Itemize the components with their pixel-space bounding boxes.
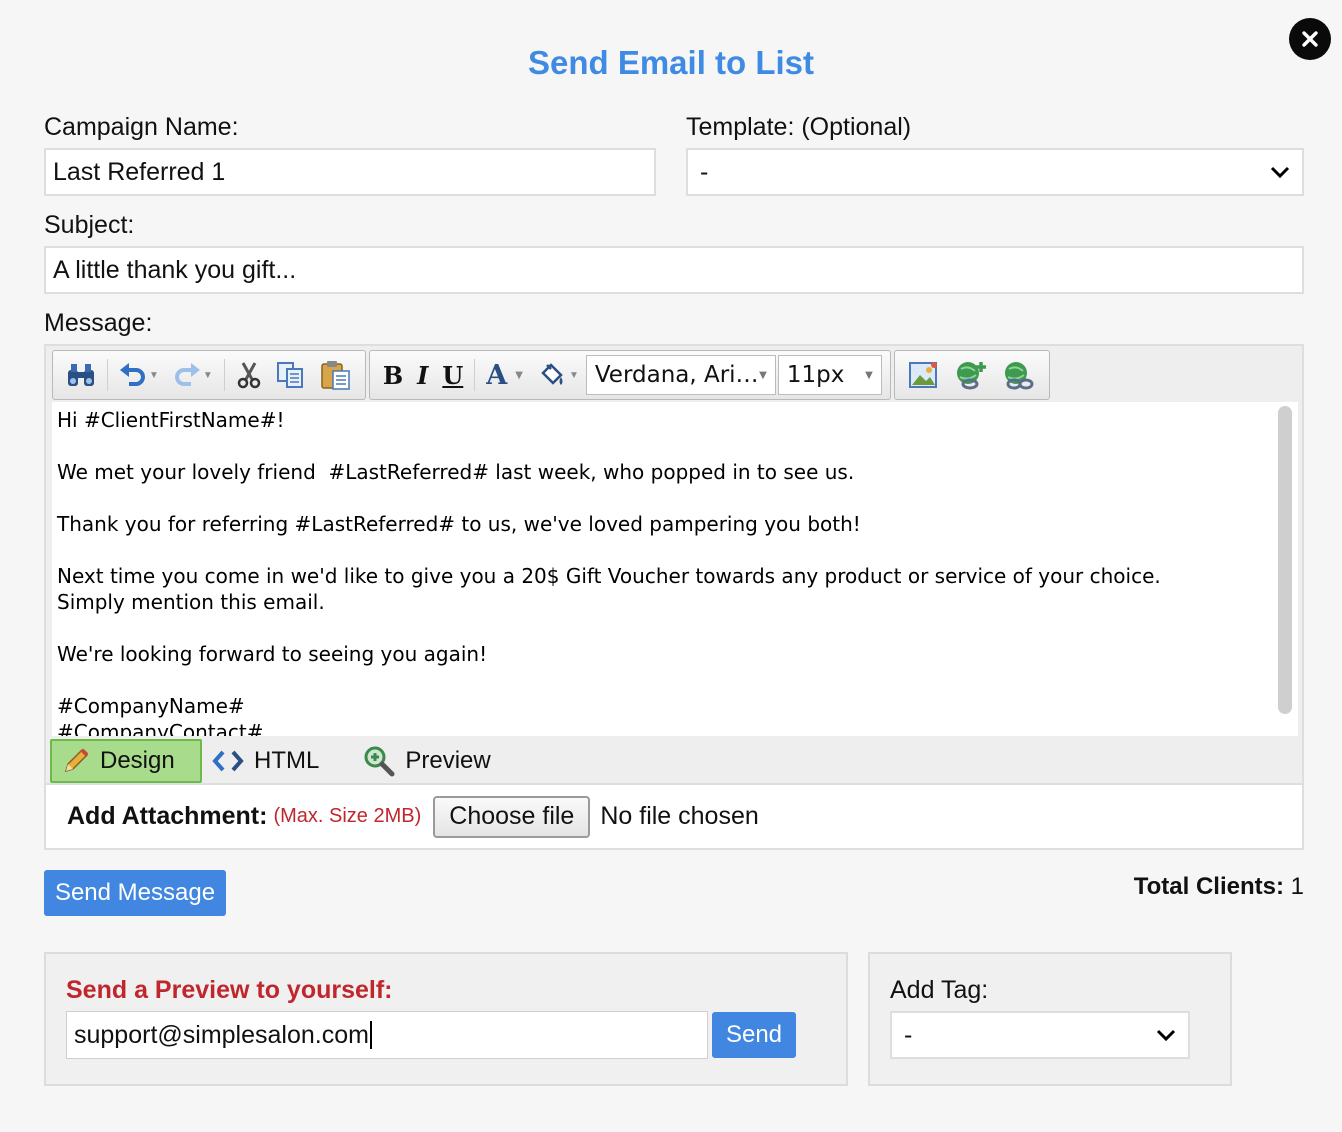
- campaign-name-label: Campaign Name:: [44, 113, 239, 141]
- message-line: #CompanyName#: [57, 694, 245, 718]
- message-line: Hi #ClientFirstName#!: [57, 408, 285, 432]
- add-tag-label: Add Tag:: [890, 976, 989, 1004]
- link-remove-icon: [1004, 362, 1034, 390]
- toolbar-group-insert: [893, 350, 1050, 400]
- message-scrollbar[interactable]: [1278, 406, 1292, 714]
- redo-icon: [174, 363, 200, 386]
- total-clients: Total Clients: 1: [1134, 873, 1304, 901]
- paste-button[interactable]: [313, 356, 359, 394]
- send-preview-panel: Send a Preview to yourself: support@simp…: [44, 952, 848, 1086]
- paint-bucket-icon: [541, 363, 563, 385]
- send-preview-label: Send a Preview to yourself:: [66, 976, 393, 1004]
- message-editor: ▼ ▼ B I U A ▼ ▼ Verdana, Ari… ▼ 11px ▼ H…: [44, 344, 1304, 785]
- toolbar-group-format: B I U A ▼ ▼ Verdana, Ari… ▼ 11px ▼: [368, 350, 891, 400]
- editor-mode-tabs: Design HTML Preview: [50, 738, 501, 783]
- add-tag-select[interactable]: -: [890, 1011, 1190, 1059]
- font-size-dropdown-icon: ▼: [865, 370, 873, 381]
- subject-value: A little thank you gift...: [53, 255, 297, 284]
- font-color-dropdown-icon: ▼: [515, 369, 523, 381]
- highlight-color-button[interactable]: ▼: [530, 356, 586, 394]
- message-line: Next time you come in we'd like to give …: [57, 564, 1161, 614]
- chevron-down-icon: [1156, 1029, 1176, 1041]
- italic-button[interactable]: I: [410, 356, 435, 394]
- toolbar-group-edit: ▼ ▼: [52, 350, 366, 400]
- preview-email-input[interactable]: support@simplesalon.com: [66, 1011, 708, 1059]
- message-body[interactable]: Hi #ClientFirstName#! We met your lovely…: [52, 402, 1298, 736]
- toolbar-separator: [107, 359, 108, 391]
- magnifier-icon: [363, 745, 395, 777]
- chevron-down-icon: [1270, 166, 1290, 178]
- font-size-select[interactable]: 11px ▼: [777, 355, 882, 395]
- message-label: Message:: [44, 309, 153, 337]
- font-family-dropdown-icon: ▼: [759, 370, 767, 381]
- toolbar-separator: [474, 359, 476, 391]
- image-icon: [908, 362, 937, 388]
- find-button[interactable]: [59, 356, 103, 394]
- insert-image-button[interactable]: [901, 356, 947, 394]
- tab-preview-label: Preview: [405, 746, 491, 774]
- message-line: #CompanyContact#: [57, 720, 264, 736]
- underline-label: U: [442, 360, 464, 390]
- font-color-label: A: [486, 359, 508, 391]
- tab-design-label: Design: [100, 746, 175, 774]
- campaign-name-input[interactable]: Last Referred 1: [44, 148, 656, 196]
- preview-email-value: support@simplesalon.com: [74, 1020, 369, 1049]
- template-select[interactable]: -: [686, 148, 1304, 196]
- paste-icon: [321, 361, 350, 390]
- choose-file-button[interactable]: Choose file: [433, 795, 591, 838]
- highlight-dropdown-icon: ▼: [568, 369, 579, 381]
- tab-html[interactable]: HTML: [202, 739, 329, 783]
- tab-design[interactable]: Design: [50, 738, 202, 783]
- total-clients-label: Total Clients:: [1133, 873, 1284, 900]
- attachment-row: Add Attachment: (Max. Size 2MB) Choose f…: [44, 785, 1304, 850]
- font-size-value: 11px: [786, 362, 845, 388]
- insert-link-button[interactable]: [947, 356, 995, 394]
- italic-label: I: [417, 360, 429, 390]
- undo-dropdown-icon: ▼: [149, 369, 159, 381]
- scissors-icon: [237, 362, 261, 389]
- pencil-icon: [62, 747, 90, 775]
- link-add-icon: [956, 362, 986, 390]
- total-clients-value: 1: [1290, 873, 1304, 900]
- undo-icon: [120, 363, 145, 386]
- underline-button[interactable]: U: [435, 356, 470, 394]
- text-caret: [369, 1021, 372, 1049]
- subject-label: Subject:: [44, 211, 135, 239]
- campaign-name-value: Last Referred 1: [53, 157, 226, 186]
- subject-input[interactable]: A little thank you gift...: [44, 246, 1304, 294]
- code-icon: [212, 749, 244, 773]
- message-line: We met your lovely friend #LastReferred#…: [57, 460, 855, 484]
- font-color-button[interactable]: A ▼: [479, 356, 530, 394]
- copy-button[interactable]: [269, 356, 313, 394]
- add-tag-panel: Add Tag: -: [868, 952, 1232, 1086]
- binoculars-icon: [68, 364, 94, 386]
- file-status: No file chosen: [600, 802, 759, 830]
- send-preview-button[interactable]: Send: [712, 1012, 796, 1058]
- attachment-size-hint: (Max. Size 2MB): [273, 805, 422, 827]
- tab-preview[interactable]: Preview: [353, 739, 500, 783]
- toolbar-separator: [223, 359, 225, 391]
- tab-html-label: HTML: [254, 746, 320, 774]
- bold-button[interactable]: B: [376, 356, 410, 394]
- add-tag-value: -: [904, 1020, 913, 1049]
- message-line: Thank you for referring #LastReferred# t…: [57, 512, 861, 536]
- font-family-select[interactable]: Verdana, Ari… ▼: [585, 355, 776, 395]
- copy-icon: [276, 362, 303, 388]
- send-message-button[interactable]: Send Message: [44, 870, 226, 916]
- cut-button[interactable]: [229, 356, 269, 394]
- undo-button[interactable]: ▼: [112, 356, 166, 394]
- message-line: We're looking forward to seeing you agai…: [57, 642, 488, 666]
- dialog-title: Send Email to List: [527, 44, 815, 81]
- remove-link-button[interactable]: [995, 356, 1043, 394]
- template-label: Template: (Optional): [686, 113, 912, 141]
- message-text: Hi #ClientFirstName#! We met your lovely…: [57, 407, 1257, 736]
- font-family-value: Verdana, Ari…: [594, 362, 759, 388]
- bold-label: B: [382, 360, 404, 390]
- redo-button[interactable]: ▼: [166, 356, 220, 394]
- editor-toolbar: ▼ ▼ B I U A ▼ ▼ Verdana, Ari… ▼ 11px ▼: [52, 350, 1053, 400]
- redo-dropdown-icon: ▼: [202, 369, 213, 381]
- template-value: -: [700, 157, 709, 186]
- attachment-label: Add Attachment:: [67, 802, 268, 830]
